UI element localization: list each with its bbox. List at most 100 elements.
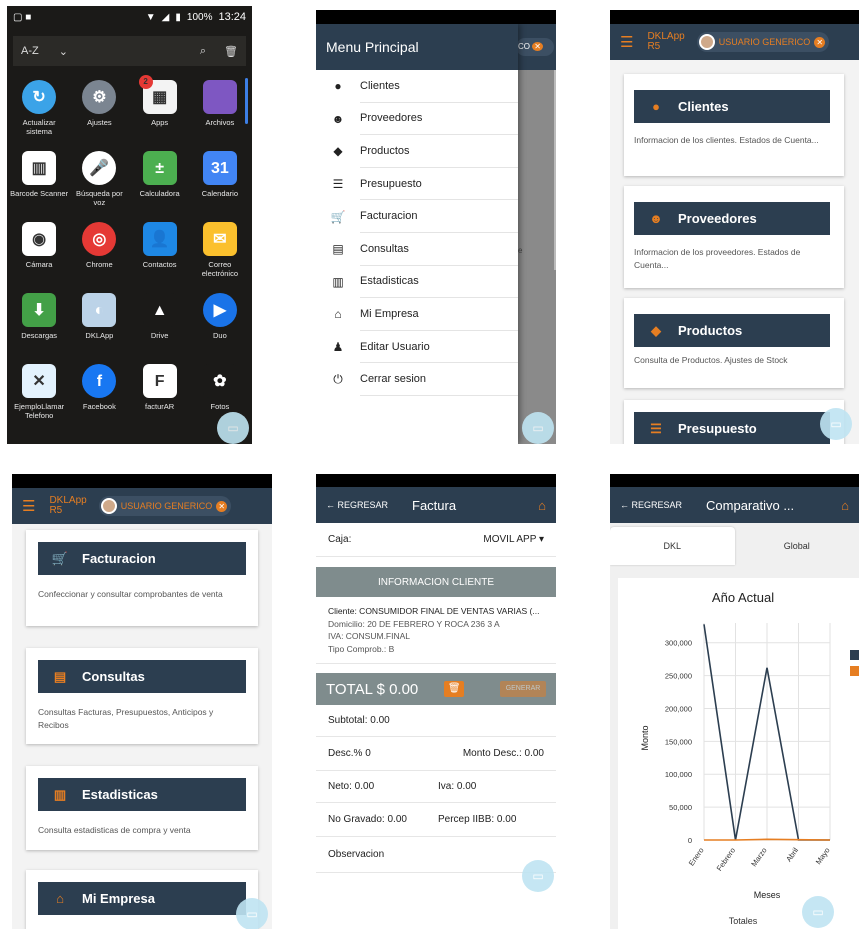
scrollbar[interactable] [245, 78, 248, 124]
delete-icon[interactable]: 🗑 [224, 45, 238, 58]
video-fab-icon[interactable]: ▭ [820, 408, 852, 440]
module-card[interactable]: ⌂ Mi Empresa [26, 870, 258, 929]
app-launcher[interactable]: ▦ 2 Apps [130, 75, 190, 141]
app-launcher[interactable]: FfacturAR [130, 364, 190, 425]
caja-label: Caja: [328, 534, 352, 545]
video-fab-icon[interactable]: ▭ [522, 860, 554, 892]
video-fab-icon[interactable]: ▭ [236, 898, 268, 929]
hamburger-icon[interactable]: ☰ [620, 33, 633, 51]
cart-icon: 🛒 [51, 550, 69, 566]
module-card[interactable]: ☻ Proveedores Informacion de los proveedor… [624, 186, 844, 288]
hamburger-icon[interactable]: ☰ [22, 497, 35, 515]
client-info[interactable]: Cliente: CONSUMIDOR FINAL DE VENTAS VARI… [316, 597, 556, 664]
module-card[interactable]: ▥ Estadisticas Consulta estadisticas de co… [26, 766, 258, 850]
home-icon[interactable]: ⌂ [538, 498, 546, 513]
card-banner[interactable]: ▥ Estadisticas [38, 778, 246, 811]
generate-button[interactable]: GENERAR [500, 681, 546, 697]
user-chip[interactable]: USUARIO GENERICO ✕ [696, 32, 830, 52]
x-axis-label: Meses [754, 890, 781, 900]
app-launcher[interactable]: ↻ Actualizar sistema [9, 80, 69, 141]
menu-item-label: Presupuesto [360, 168, 518, 201]
video-fab-icon[interactable]: ▭ [217, 412, 249, 444]
app-launcher[interactable]: ⚙ Ajustes [69, 80, 129, 141]
app-launcher[interactable]: ◉ Cámara [9, 222, 69, 283]
section-header[interactable]: INFORMACION CLIENTE [316, 567, 556, 597]
app-launcher[interactable]: 🎤 Búsqueda por voz [69, 151, 129, 212]
menu-item-facturacion[interactable]: 🛒 Facturacion [316, 200, 518, 233]
module-card[interactable]: ◆ Productos Consulta de Productos. Ajustes… [624, 298, 844, 388]
card-title: Presupuesto [678, 421, 757, 436]
app-launcher[interactable]: ✕ EjemploLlamar Telefono [9, 364, 69, 425]
back-button[interactable]: ← REGRESAR [620, 500, 682, 510]
module-card[interactable]: ☰ Presupuesto [624, 400, 844, 444]
app-launcher[interactable]: 👤 Contactos [130, 222, 190, 283]
user-chip[interactable]: CO ✕ [516, 38, 554, 56]
video-fab-icon[interactable]: ▭ [802, 896, 834, 928]
calendar-icon: 31 [202, 151, 237, 185]
menu-item-label: Mi Empresa [360, 298, 518, 331]
tab-dkl[interactable]: DKL [610, 527, 735, 565]
card-banner[interactable]: ☻ Proveedores [634, 202, 830, 235]
user-chip[interactable]: USUARIO GENERICO ✕ [98, 496, 232, 516]
menu-item-proveedores[interactable]: ☻ Proveedores [316, 103, 518, 136]
home-screen-bottom: ☰ DKLApp R5 USUARIO GENERICO ✕ 🛒 Facturacio… [12, 474, 272, 929]
app-launcher[interactable]: ▲ Drive [130, 293, 190, 354]
module-card[interactable]: ● Clientes Informacion de los clientes. Es… [624, 74, 844, 176]
app-launcher[interactable]: ▥ Barcode Scanner [9, 151, 69, 212]
card-banner[interactable]: ⌂ Mi Empresa [38, 882, 246, 915]
tab-global[interactable]: Global [735, 527, 859, 565]
app-launcher[interactable]: Archivos [190, 80, 250, 141]
app-launcher[interactable]: ± Calculadora [130, 151, 190, 212]
observation-field[interactable]: Observacion [328, 849, 384, 860]
card-banner[interactable]: ☰ Presupuesto [634, 412, 830, 444]
close-icon[interactable]: ✕ [532, 42, 543, 51]
app-grid: ↻ Actualizar sistema ⚙ Ajustes ▦ 2 Apps Archivo… [7, 66, 252, 425]
menu-item-mi-empresa[interactable]: ⌂ Mi Empresa [316, 298, 518, 331]
chevron-down-icon[interactable]: ⌄ [59, 45, 68, 58]
caja-select[interactable]: MOVIL APP ▾ [483, 534, 544, 545]
card-banner[interactable]: ◆ Productos [634, 314, 830, 347]
sort-order-button[interactable]: A-Z [21, 45, 39, 58]
back-button[interactable]: ← REGRESAR [326, 500, 388, 510]
card-banner[interactable]: ● Clientes [634, 90, 830, 123]
menu-item-productos[interactable]: ◆ Productos [316, 135, 518, 168]
file-icon: ▤ [332, 242, 344, 257]
close-icon[interactable]: ✕ [814, 36, 826, 48]
app-launcher[interactable]: 31 Calendario [190, 151, 250, 212]
contacts-icon: 👤 [142, 222, 177, 256]
app-launcher[interactable]: f Facebook [69, 364, 129, 425]
menu-item-label: Consultas [360, 233, 518, 266]
app-label: Actualizar sistema [22, 118, 56, 136]
app-label: Calculadora [139, 189, 180, 198]
app-launcher[interactable]: ◐ DKLApp [69, 293, 129, 354]
y-tick-label: 200,000 [665, 704, 692, 713]
download-icon: ⬇ [22, 293, 57, 327]
menu-item-consultas[interactable]: ▤ Consultas [316, 233, 518, 266]
search-icon[interactable]: ⌕ [200, 45, 206, 58]
card-description: Consulta estadisticas de compra y venta [38, 825, 191, 835]
module-card[interactable]: 🛒 Facturacion Confeccionar y consultar com… [26, 530, 258, 626]
trash-icon[interactable]: 🗑 [444, 681, 465, 697]
menu-item-cerrar-sesion[interactable]: ⏻ Cerrar sesion [316, 363, 518, 396]
menu-item-estadisticas[interactable]: ▥ Estadisticas [316, 266, 518, 299]
app-launcher[interactable]: ▶ Duo [190, 293, 250, 354]
app-label: Correo electrónico [201, 260, 239, 278]
y-tick-label: 300,000 [665, 639, 692, 648]
close-icon[interactable]: ✕ [216, 500, 228, 512]
app-launcher[interactable]: ◎ Chrome [69, 222, 129, 283]
bar-chart-icon: ▥ [332, 274, 344, 289]
scrollbar[interactable] [554, 70, 556, 270]
menu-item-clientes[interactable]: ● Clientes [316, 70, 518, 103]
avatar [698, 34, 715, 50]
app-launcher[interactable]: ✉ Correo electrónico [190, 222, 250, 283]
menu-item-presupuesto[interactable]: ☰ Presupuesto [316, 168, 518, 201]
card-banner[interactable]: 🛒 Facturacion [38, 542, 246, 575]
discount-percent[interactable]: Desc.% 0 [328, 748, 371, 759]
module-card[interactable]: ▤ Consultas Consultas Facturas, Presupuest… [26, 648, 258, 744]
menu-item-editar-usuario[interactable]: ♟ Editar Usuario [316, 331, 518, 364]
app-launcher[interactable]: ⬇ Descargas [9, 293, 69, 354]
card-banner[interactable]: ▤ Consultas [38, 660, 246, 693]
home-icon[interactable]: ⌂ [841, 498, 849, 513]
clock: 13:24 [218, 11, 246, 23]
video-fab-icon[interactable]: ▭ [522, 412, 554, 444]
